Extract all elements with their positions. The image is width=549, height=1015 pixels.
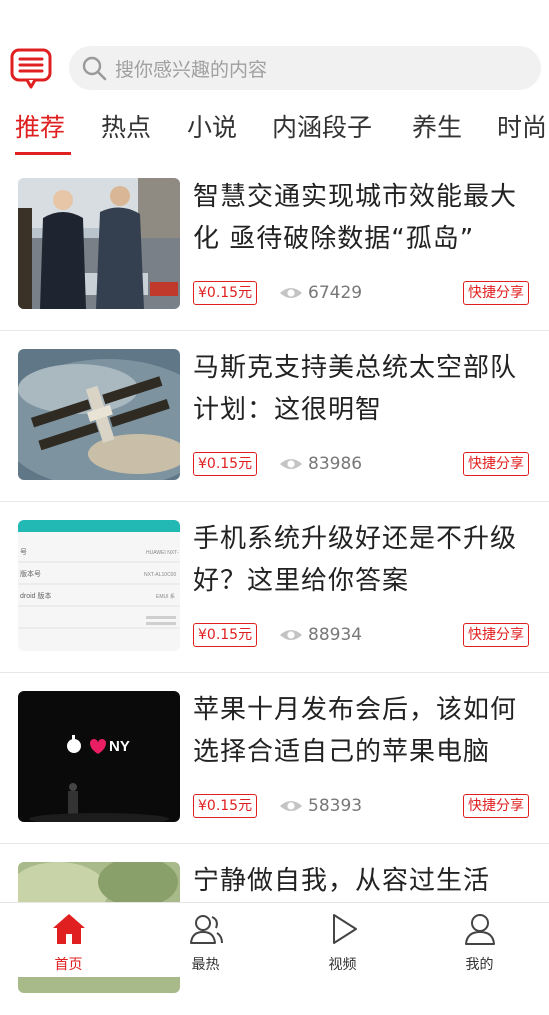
phone-label: 版本号 [20,569,41,578]
nav-video[interactable]: 视频 [274,903,411,977]
view-count-value: 83986 [308,454,363,474]
quick-share-button[interactable]: 快捷分享 [463,794,529,818]
active-tab-indicator [15,152,71,155]
tab-recommend[interactable]: 推荐 [15,108,65,148]
view-count-value: 58393 [308,796,363,816]
article-item[interactable]: 号 版本号 droid 版本 HUAWEI NXT- NXT-AL10C00 E… [0,502,549,673]
phone-row: NXT-AL10C00 [144,572,176,578]
play-icon [332,914,357,944]
tab-health[interactable]: 养生 [412,108,462,148]
message-icon[interactable] [10,47,52,89]
category-tabs: 推荐 热点 小说 内涵段子 养生 时尚 [0,108,549,158]
event-text: NY [109,738,130,755]
view-count-value: 67429 [308,283,363,303]
home-icon [52,914,85,944]
article-title: 手机系统升级好还是不升级好？这里给你答案 [193,524,518,596]
view-count: 83986 [279,452,362,476]
eye-icon [280,459,302,469]
article-meta: ¥0.15元 83986 快捷分享 [193,452,533,478]
reward-badge: ¥0.15元 [193,281,258,305]
nav-hot-label: 最热 [191,957,220,973]
nav-home[interactable]: 首页 [0,903,137,977]
phone-row: EMUI 系 [156,593,175,600]
eye-icon [280,630,302,640]
tab-jokes[interactable]: 内涵段子 [272,108,372,148]
view-count: 67429 [279,281,362,305]
hot-users-icon [189,915,223,944]
nav-mine[interactable]: 我的 [411,903,548,977]
view-count: 88934 [279,623,362,647]
article-meta: ¥0.15元 88934 快捷分享 [193,623,533,649]
search-placeholder: 搜你感兴趣的内容 [115,58,268,81]
article-item[interactable]: 智慧交通实现城市效能最大化 亟待破除数据“孤岛” ¥0.15元 67429 快捷… [0,160,549,331]
view-count-value: 88934 [308,625,363,645]
eye-icon [280,288,302,298]
article-thumbnail [18,349,180,480]
tab-fashion[interactable]: 时尚 [497,108,547,148]
search-input[interactable]: 搜你感兴趣的内容 [69,46,541,90]
phone-row: HUAWEI NXT- [146,550,179,556]
article-thumbnail [18,178,180,309]
article-item[interactable]: NY 苹果十月发布会后，该如何选择合适自己的苹果电脑 ¥0.15元 58393 … [0,673,549,844]
phone-label: 号 [20,548,27,556]
nav-home-label: 首页 [54,957,83,973]
reward-badge: ¥0.15元 [193,794,258,818]
article-meta: ¥0.15元 58393 快捷分享 [193,794,533,820]
phone-label: droid 版本 [20,591,52,600]
tab-novel[interactable]: 小说 [187,108,237,148]
eye-icon [280,801,302,811]
view-count: 58393 [279,794,362,818]
nav-mine-label: 我的 [465,957,494,973]
quick-share-button[interactable]: 快捷分享 [463,623,529,647]
article-thumbnail: NY [18,691,180,822]
top-header: 搜你感兴趣的内容 [0,44,549,94]
article-title: 宁静做自我，从容过生活 [193,866,491,896]
article-thumbnail: 号 版本号 droid 版本 HUAWEI NXT- NXT-AL10C00 E… [18,520,180,651]
bottom-navigation: 首页 最热 视频 我的 [0,902,549,977]
reward-badge: ¥0.15元 [193,452,258,476]
nav-hot[interactable]: 最热 [137,903,274,977]
user-icon [464,914,495,945]
article-title: 马斯克支持美总统太空部队计划：这很明智 [193,353,518,425]
quick-share-button[interactable]: 快捷分享 [463,452,529,476]
search-icon [82,56,107,81]
article-meta: ¥0.15元 67429 快捷分享 [193,281,533,307]
article-title: 苹果十月发布会后，该如何选择合适自己的苹果电脑 [193,695,518,767]
article-item[interactable]: 马斯克支持美总统太空部队计划：这很明智 ¥0.15元 83986 快捷分享 [0,331,549,502]
quick-share-button[interactable]: 快捷分享 [463,281,529,305]
reward-badge: ¥0.15元 [193,623,258,647]
nav-video-label: 视频 [328,957,357,973]
article-title: 智慧交通实现城市效能最大化 亟待破除数据“孤岛” [193,182,518,254]
tab-hot[interactable]: 热点 [101,108,151,148]
